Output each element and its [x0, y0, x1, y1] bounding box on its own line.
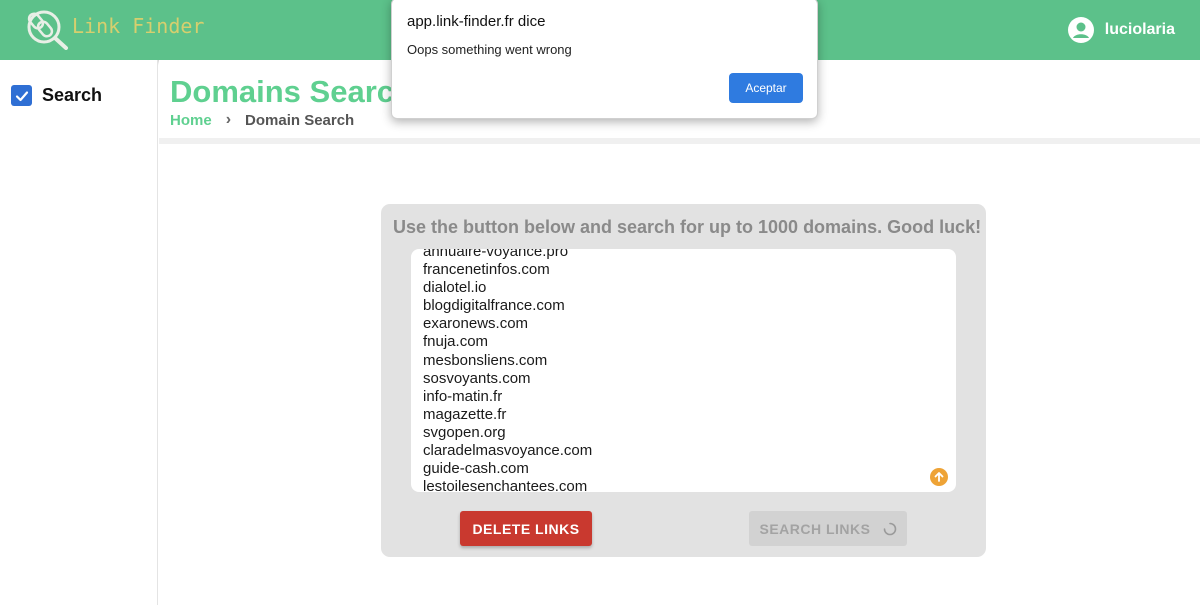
breadcrumb-home-link[interactable]: Home — [170, 112, 212, 129]
domains-list: annuaire-voyance.pro francenetinfos.com di… — [423, 249, 592, 492]
breadcrumb-current: Domain Search — [245, 111, 355, 129]
breadcrumb: Home › Domain Search — [170, 111, 354, 129]
user-avatar-icon — [1067, 17, 1094, 43]
link-search-icon — [27, 10, 68, 50]
search-card: Use the button below and search for up t… — [381, 204, 986, 557]
dialog-ok-button[interactable]: Aceptar — [729, 73, 803, 103]
sidebar-item-search[interactable]: Search — [11, 85, 102, 106]
app-logo[interactable]: Link Finder — [22, 6, 204, 50]
search-links-button[interactable]: SEARCH LINKS — [749, 511, 907, 546]
domain-line: fnuja.com — [423, 333, 489, 351]
domain-line: dialotel.io — [423, 279, 487, 297]
domain-line: francenetinfos.com — [423, 261, 550, 279]
page-title: Domains Search — [170, 74, 413, 109]
domain-line: guide-cash.com — [423, 460, 529, 478]
domain-line: svgopen.org — [423, 423, 506, 441]
arrow-up-icon[interactable] — [930, 468, 948, 486]
instructions-text: Use the button below and search for up t… — [393, 217, 982, 237]
domain-line: annuaire-voyance.pro — [423, 249, 569, 260]
domain-line: mesbonsliens.com — [423, 351, 548, 369]
domain-line: magazette.fr — [423, 405, 507, 423]
domain-line: info-matin.fr — [423, 387, 503, 405]
domains-textarea[interactable]: annuaire-voyance.pro francenetinfos.com di… — [411, 249, 956, 492]
user-menu[interactable]: luciolaria — [1067, 16, 1175, 44]
spinner-icon — [883, 522, 896, 535]
search-links-label: SEARCH LINKS — [759, 520, 871, 537]
delete-links-button[interactable]: DELETE LINKS — [460, 511, 592, 546]
check-icon — [11, 85, 32, 106]
alert-dialog: app.link-finder.fr dice Oops something w… — [391, 0, 818, 119]
domain-line: blogdigitalfrance.com — [423, 297, 565, 315]
sidebar: Search — [0, 60, 158, 605]
domain-line: lestoilesenchantees.com — [423, 478, 588, 492]
chevron-right-icon: › — [225, 111, 232, 128]
domain-line: exaronews.com — [423, 315, 529, 333]
dialog-title: app.link-finder.fr dice — [407, 13, 546, 30]
dialog-message: Oops something went wrong — [407, 42, 572, 57]
username: luciolaria — [1104, 21, 1175, 38]
domain-line: sosvoyants.com — [423, 369, 531, 387]
app-name: Link Finder — [72, 14, 205, 38]
sidebar-item-label: Search — [42, 85, 103, 105]
domain-line: claradelmasvoyance.com — [423, 442, 593, 460]
